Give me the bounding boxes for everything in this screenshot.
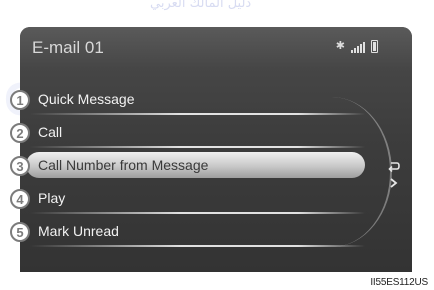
callout-number: 2 bbox=[10, 123, 30, 143]
menu-item-call-number-from-message[interactable]: 3 Call Number from Message bbox=[10, 151, 365, 181]
menu-item-label: Play bbox=[38, 190, 66, 206]
menu-item-label: Quick Message bbox=[38, 91, 135, 107]
menu-item-mark-unread[interactable]: 5 Mark Unread bbox=[10, 217, 365, 247]
status-icons: ✱ bbox=[336, 39, 378, 53]
divider bbox=[30, 113, 365, 115]
callout-number: 1 bbox=[10, 90, 30, 110]
divider bbox=[30, 146, 365, 148]
divider bbox=[30, 212, 365, 214]
back-icon[interactable] bbox=[388, 161, 400, 189]
menu-item-quick-message[interactable]: 1 Quick Message bbox=[10, 85, 365, 115]
signal-icon bbox=[351, 41, 365, 53]
menu-item-label: Call bbox=[38, 124, 63, 140]
figure-code: II55ES112US bbox=[370, 277, 428, 288]
screen-title: E-mail 01 bbox=[32, 38, 104, 57]
menu-item-call[interactable]: 2 Call bbox=[10, 118, 365, 148]
callout-number: 5 bbox=[10, 222, 30, 242]
divider bbox=[30, 245, 365, 247]
menu-item-label: Call Number from Message bbox=[38, 157, 209, 173]
watermark-top-text: دليل المالك العربي bbox=[150, 0, 252, 11]
menu-item-label: Mark Unread bbox=[38, 223, 119, 239]
callout-number: 3 bbox=[10, 156, 30, 176]
battery-icon bbox=[371, 40, 378, 53]
bluetooth-icon: ✱ bbox=[335, 40, 345, 52]
menu-item-play[interactable]: 4 Play bbox=[10, 184, 365, 214]
header-bar: E-mail 01 ✱ bbox=[20, 27, 412, 69]
callout-number: 4 bbox=[10, 189, 30, 209]
